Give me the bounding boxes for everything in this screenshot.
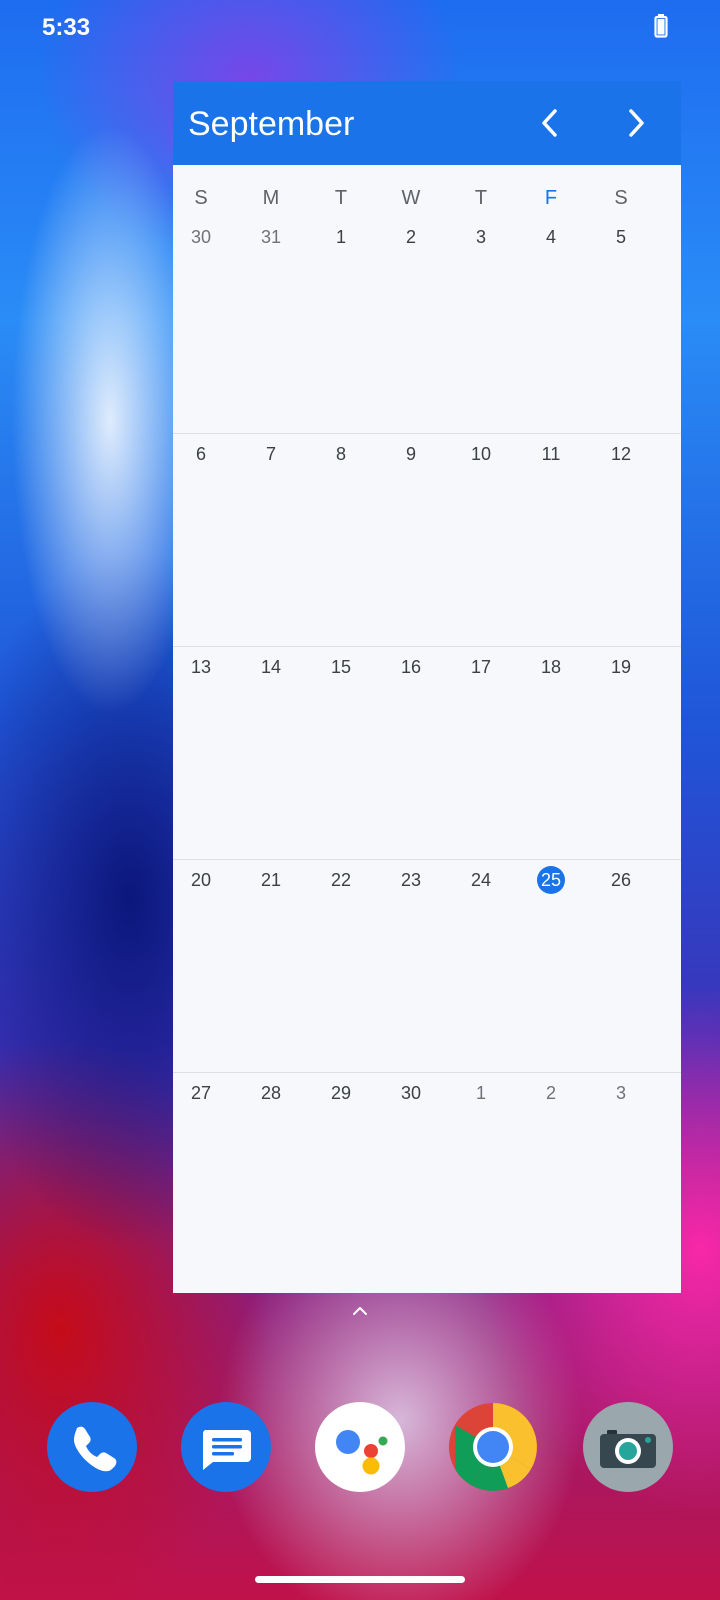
day-cell[interactable]: 11 [516,444,586,465]
previous-month-button[interactable] [529,101,573,145]
day-cell[interactable]: 23 [376,870,446,891]
day-cell[interactable]: 19 [586,657,656,678]
chevron-left-icon [542,109,557,137]
day-cell[interactable]: 8 [306,444,376,465]
battery-icon [654,14,668,38]
today-day-cell[interactable]: 25 [516,866,586,894]
day-cell[interactable]: 12 [586,444,656,465]
day-cell[interactable]: 4 [516,227,586,248]
day-cell[interactable]: 24 [446,870,516,891]
day-cell[interactable]: 18 [516,657,586,678]
day-cell[interactable]: 16 [376,657,446,678]
chrome-icon [449,1403,537,1491]
camera-app[interactable] [583,1402,673,1492]
weekday-sat: S [614,187,628,209]
day-cell[interactable]: 30 [166,227,236,248]
week-row[interactable]: 6 7 8 9 10 11 12 [173,433,681,646]
day-cell[interactable]: 9 [376,444,446,465]
phone-icon [74,1426,117,1472]
weekday-mon: M [262,187,280,209]
chevron-right-icon [629,109,644,137]
day-cell[interactable]: 21 [236,870,306,891]
day-cell[interactable]: 14 [236,657,306,678]
messages-app[interactable] [181,1402,271,1492]
day-cell[interactable]: 5 [586,227,656,248]
day-cell[interactable]: 22 [306,870,376,891]
day-cell[interactable]: 28 [236,1083,306,1104]
weekday-tue: T [334,187,348,209]
week-row[interactable]: 30 31 1 2 3 4 5 [173,217,681,425]
phone-app[interactable] [47,1402,137,1492]
weekday-fri: F [544,187,558,209]
day-cell[interactable]: 15 [306,657,376,678]
day-cell[interactable]: 26 [586,870,656,891]
month-title[interactable]: September [188,105,354,144]
assistant-icon [336,1430,388,1475]
weekday-wed: W [401,187,421,209]
day-cell[interactable]: 31 [236,227,306,248]
day-cell[interactable]: 10 [446,444,516,465]
week-row[interactable]: 27 28 29 30 1 2 3 [173,1072,681,1293]
day-cell[interactable]: 13 [166,657,236,678]
next-month-button[interactable] [613,101,657,145]
camera-icon [600,1430,656,1468]
day-cell[interactable]: 3 [586,1083,656,1104]
today-marker: 25 [537,866,565,894]
weekday-thu: T [474,187,488,209]
day-cell[interactable]: 30 [376,1083,446,1104]
week-row[interactable]: 20 21 22 23 24 25 26 [173,859,681,1072]
day-cell[interactable]: 3 [446,227,516,248]
chrome-app[interactable] [448,1402,538,1492]
calendar-header: September [173,81,681,165]
day-cell[interactable]: 1 [306,227,376,248]
weekday-header-row: S M T W T F S [173,187,681,217]
day-cell[interactable]: 7 [236,444,306,465]
calendar-widget[interactable]: September S M T W T F S 30 31 1 2 3 4 5 … [173,81,681,1293]
day-cell[interactable]: 2 [516,1083,586,1104]
chevron-up-icon[interactable] [350,1304,370,1318]
assistant-app[interactable] [315,1402,405,1492]
weekday-sun: S [194,187,208,209]
day-cell[interactable]: 20 [166,870,236,891]
day-cell[interactable]: 29 [306,1083,376,1104]
day-cell[interactable]: 2 [376,227,446,248]
dock [0,1402,720,1494]
day-cell[interactable]: 6 [166,444,236,465]
status-bar: 5:33 [0,0,720,56]
day-cell[interactable]: 27 [166,1083,236,1104]
home-indicator[interactable] [255,1576,465,1583]
messages-icon [202,1430,251,1470]
day-cell[interactable]: 1 [446,1083,516,1104]
week-row[interactable]: 13 14 15 16 17 18 19 [173,646,681,859]
status-time: 5:33 [42,14,91,41]
day-cell[interactable]: 17 [446,657,516,678]
